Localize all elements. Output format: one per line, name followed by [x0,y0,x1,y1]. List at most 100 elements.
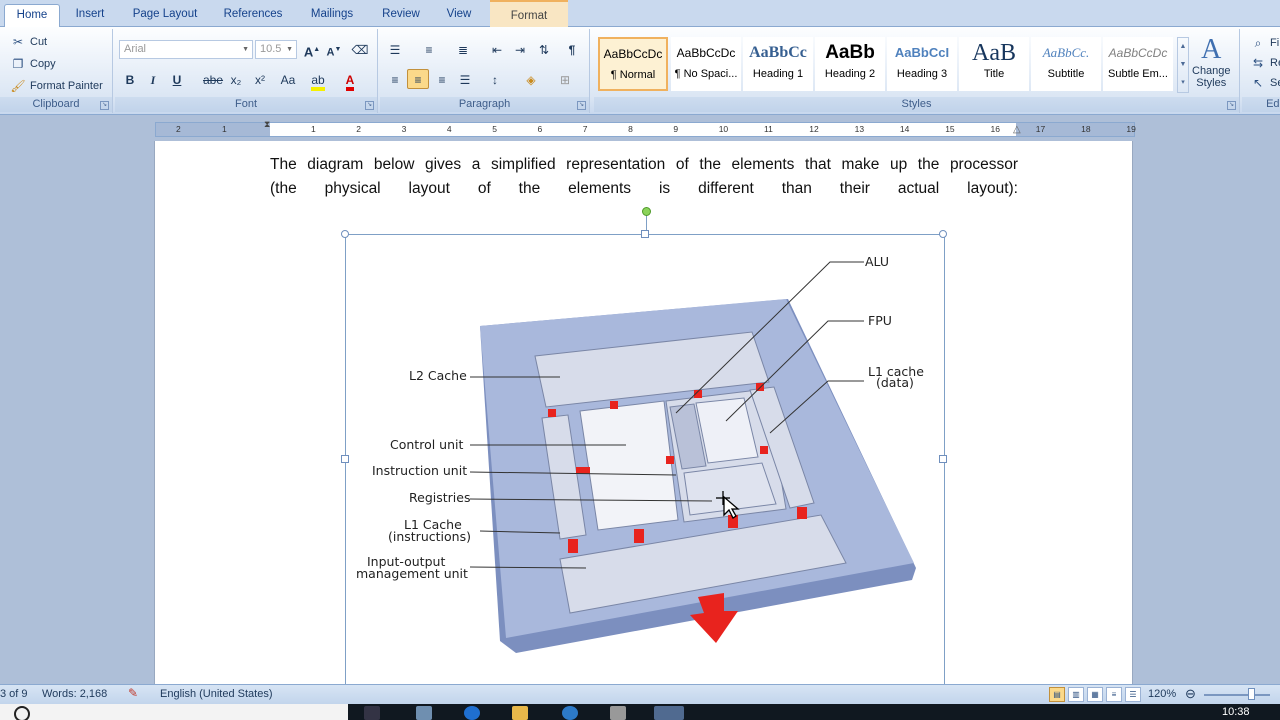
word-count[interactable]: Words: 2,168 [42,688,107,700]
editing-group-label: Edi [1242,97,1280,112]
bullets-icon[interactable]: ☰ [384,39,406,59]
proofing-icon[interactable]: ✎ [128,686,138,700]
decrease-indent-icon[interactable]: ⇤ [486,39,508,59]
replace-button[interactable]: ⇆Re [1250,55,1280,71]
styles-scroll[interactable]: ▲ ▼ ▾ [1177,37,1189,93]
shading-icon[interactable]: ◈ [520,69,542,89]
body-paragraph[interactable]: The diagram below gives a simplified rep… [270,153,1018,201]
align-center-icon[interactable]: ≡ [407,69,429,89]
web-layout-icon[interactable]: ▦ [1087,687,1103,702]
change-styles-button[interactable]: A Change Styles [1192,34,1231,90]
clipboard-launcher-icon[interactable]: ↘ [100,101,109,110]
borders-icon[interactable]: ⊞ [554,69,576,89]
horizontal-ruler[interactable]: 2 1 1 2 3 4 5 6 7 8 9 10 11 12 13 14 15 16 17 18 19 ⧗ △ [155,119,1136,139]
font-group-label: Font [115,97,377,112]
app-icon[interactable] [562,706,578,720]
shrink-font-button[interactable]: A▼ [323,39,345,59]
style-heading-2[interactable]: AaBb Heading 2 [815,37,885,91]
language-indicator[interactable]: English (United States) [160,688,273,700]
label-fpu: FPU [868,313,892,328]
tab-insert[interactable]: Insert [64,4,116,27]
page-count[interactable]: 3 of 9 [0,688,28,700]
tab-home[interactable]: Home [4,4,60,27]
style-no-spacing[interactable]: AaBbCcDc ¶ No Spaci... [671,37,741,91]
font-launcher-icon[interactable]: ↘ [365,101,374,110]
style-normal[interactable]: AaBbCcDc ¶ Normal [598,37,668,91]
app-icon[interactable] [416,706,432,720]
selected-image[interactable]: ALU FPU L1 cache (data) L2 Cache Control… [341,207,947,684]
multilevel-list-icon[interactable]: ≣ [452,39,474,59]
status-bar: 3 of 9 Words: 2,168 ✎ English (United St… [0,684,1280,704]
grow-font-button[interactable]: A▲ [301,39,323,59]
ruler-tick: 4 [446,124,452,134]
style-heading-1[interactable]: AaBbCc Heading 1 [743,37,813,91]
right-indent-marker-icon[interactable]: △ [1013,124,1021,135]
line-spacing-icon[interactable]: ↕ [484,69,506,89]
copy-button[interactable]: ❐ Copy [10,56,56,72]
clear-formatting-icon[interactable]: ⌫ [349,39,371,59]
tab-view[interactable]: View [436,4,482,27]
word-app-icon[interactable] [654,706,684,720]
connector-mark [576,467,590,474]
tab-format[interactable]: Format [490,0,568,27]
tab-references[interactable]: References [216,4,290,27]
highlight-icon[interactable]: ab [307,69,329,91]
paragraph-launcher-icon[interactable]: ↘ [577,101,586,110]
zoom-level[interactable]: 120% [1148,688,1176,700]
outline-view-icon[interactable]: ≡ [1106,687,1122,702]
font-color-icon[interactable]: A [339,69,361,91]
font-size-combo[interactable]: 10.5 ▼ [255,40,297,59]
file-explorer-icon[interactable] [512,706,528,720]
style-subtle-emphasis[interactable]: AaBbCcDc Subtle Em... [1103,37,1173,91]
subscript-button[interactable]: x₂ [225,69,247,89]
bold-button[interactable]: B [119,69,141,89]
tab-review[interactable]: Review [374,4,428,27]
select-button[interactable]: ↖Se [1250,75,1280,91]
tab-page-layout[interactable]: Page Layout [124,4,206,27]
document-page[interactable]: The diagram below gives a simplified rep… [154,141,1133,684]
print-layout-view-icon[interactable]: ▤ [1049,687,1065,702]
zoom-out-icon[interactable]: ⊖ [1185,686,1196,702]
connector-mark [634,529,644,543]
zoom-slider-thumb[interactable] [1248,688,1255,700]
copy-icon: ❐ [12,57,24,71]
full-screen-reading-icon[interactable]: ▥ [1068,687,1084,702]
taskbar-search[interactable] [0,704,348,720]
connector-mark [797,507,807,519]
browser-icon[interactable] [464,706,480,720]
draft-view-icon[interactable]: ☰ [1125,687,1141,702]
font-group: Arial ▼ 10.5 ▼ A▲ A▼ ⌫ B I U abe x₂ x² Aa … [115,29,378,113]
superscript-button[interactable]: x² [249,69,271,89]
style-heading-3[interactable]: AaBbCcI Heading 3 [887,37,957,91]
store-icon[interactable] [610,706,626,720]
show-formatting-button[interactable]: ¶ [561,39,583,59]
tab-mailings[interactable]: Mailings [300,4,364,27]
underline-button[interactable]: U [166,69,188,89]
italic-button[interactable]: I [142,69,164,89]
replace-icon: ⇆ [1252,56,1264,70]
align-left-icon[interactable]: ≡ [384,69,406,89]
increase-indent-icon[interactable]: ⇥ [509,39,531,59]
rotate-handle[interactable] [642,207,651,216]
change-case-button[interactable]: Aa [274,69,302,89]
ruler-tick: 3 [401,124,407,134]
strikethrough-button[interactable]: abe [202,69,224,89]
styles-launcher-icon[interactable]: ↘ [1227,101,1236,110]
indent-marker-icon[interactable]: ⧗ [264,119,274,139]
cut-button[interactable]: ✂ Cut [10,34,47,50]
style-subtitle[interactable]: AaBbCc. Subtitle [1031,37,1101,91]
change-styles-icon: A [1201,34,1222,65]
font-name-combo[interactable]: Arial ▼ [119,40,253,59]
align-right-icon[interactable]: ≡ [431,69,453,89]
justify-icon[interactable]: ☰ [454,69,476,89]
zoom-slider[interactable] [1204,694,1270,696]
ruler-tick: 7 [582,124,588,134]
label-instruction-unit: Instruction unit [372,463,467,478]
sort-icon[interactable]: ⇅ [533,39,555,59]
task-view-icon[interactable] [364,706,380,720]
find-button[interactable]: ⌕ Fi [1250,35,1280,51]
numbering-icon[interactable]: ≡ [418,39,440,59]
ruler-tick: 1 [222,124,227,134]
format-painter-button[interactable]: 🖌 Format Painter [10,78,102,94]
style-title[interactable]: AaB Title [959,37,1029,91]
